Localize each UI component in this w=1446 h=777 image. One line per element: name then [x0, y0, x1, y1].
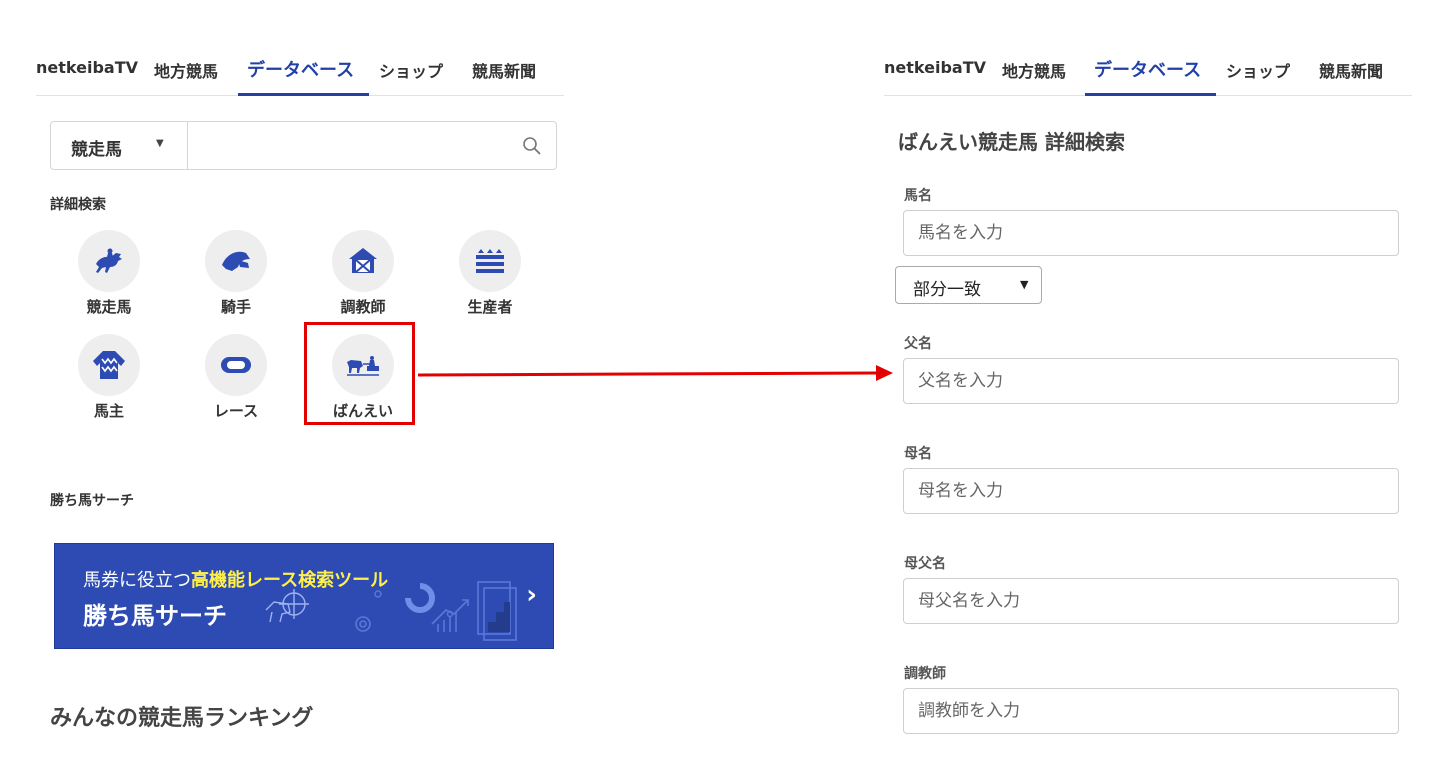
breeder-icon-circle	[459, 230, 521, 292]
category-owner-label: 馬主	[93, 402, 124, 420]
search-category-select[interactable]: 競走馬 ▼	[51, 122, 188, 169]
trainer-label: 調教師	[904, 666, 946, 682]
broodmare-sire-label: 母父名	[904, 556, 946, 572]
ranking-heading: みんなの競走馬ランキング	[50, 706, 314, 731]
category-racehorse-label: 競走馬	[86, 298, 132, 316]
detail-search-label: 詳細検索	[50, 197, 106, 213]
tab-shop[interactable]: ショップ	[1226, 58, 1290, 82]
tab-database[interactable]: データベース	[247, 56, 354, 82]
broodmare-sire-input[interactable]	[903, 578, 1399, 624]
banner-tagline-prefix: 馬券に役立つ	[83, 570, 191, 591]
right-panel: netkeibaTV 地方競馬 データベース ショップ 競馬新聞 ばんえい競走馬…	[884, 0, 1412, 777]
category-race-label: レース	[213, 402, 259, 420]
active-tab-underline	[1085, 93, 1216, 96]
search-category-label: 競走馬	[71, 140, 122, 160]
search-box: 競走馬 ▼	[50, 121, 557, 170]
race-track-icon	[221, 357, 251, 373]
racing-silks-icon	[93, 351, 125, 379]
trainer-icon-circle	[332, 230, 394, 292]
red-arrow-icon	[418, 365, 893, 381]
tab-keiba-shinbun[interactable]: 競馬新聞	[1319, 58, 1383, 82]
horse-name-label: 馬名	[904, 188, 932, 204]
race-icon-circle	[205, 334, 267, 396]
chevron-right-icon: ›	[526, 580, 537, 610]
search-icon[interactable]	[522, 136, 542, 156]
kachiuma-section-label: 勝ち馬サーチ	[50, 493, 134, 509]
top-nav: netkeibaTV 地方競馬 データベース ショップ 競馬新聞	[36, 52, 564, 96]
category-racehorse[interactable]: 競走馬	[56, 230, 146, 325]
search-input[interactable]	[191, 126, 515, 166]
caret-down-icon: ▼	[1020, 278, 1029, 291]
racehorse-icon-circle	[78, 230, 140, 292]
category-breeder[interactable]: 生産者	[437, 230, 527, 325]
banner-title: 勝ち馬サーチ	[83, 602, 227, 630]
tab-netkeibatv[interactable]: netkeibaTV	[884, 58, 986, 77]
caret-down-icon: ▼	[156, 138, 164, 149]
top-nav-right: netkeibaTV 地方競馬 データベース ショップ 競馬新聞	[884, 52, 1412, 96]
racehorse-icon	[96, 248, 122, 273]
jockey-icon	[222, 251, 250, 271]
category-jockey[interactable]: 騎手	[183, 230, 273, 325]
active-tab-underline	[238, 93, 369, 96]
tab-chiho-keiba[interactable]: 地方競馬	[154, 58, 218, 82]
match-mode-select[interactable]: 部分一致 ▼	[895, 266, 1042, 304]
tab-netkeibatv[interactable]: netkeibaTV	[36, 58, 138, 77]
category-trainer[interactable]: 調教師	[310, 230, 400, 325]
dam-name-input[interactable]	[903, 468, 1399, 514]
dam-name-label: 母名	[904, 446, 932, 462]
left-panel: netkeibaTV 地方競馬 データベース ショップ 競馬新聞 競走馬 ▼ 詳…	[36, 0, 564, 777]
sire-name-input[interactable]	[903, 358, 1399, 404]
category-race[interactable]: レース	[183, 334, 273, 429]
category-trainer-label: 調教師	[340, 298, 386, 316]
category-owner[interactable]: 馬主	[56, 334, 146, 429]
stable-icon	[349, 248, 377, 273]
kachiuma-search-banner[interactable]: 馬券に役立つ高機能レース検索ツール 勝ち馬サーチ ›	[54, 543, 554, 649]
page-title: ばんえい競走馬 詳細検索	[898, 130, 1125, 154]
tab-shop[interactable]: ショップ	[379, 58, 443, 82]
match-mode-value: 部分一致	[913, 280, 981, 300]
tab-chiho-keiba[interactable]: 地方競馬	[1002, 58, 1066, 82]
banei-highlight-box	[304, 322, 415, 425]
category-jockey-label: 騎手	[220, 298, 251, 316]
trainer-input[interactable]	[903, 688, 1399, 734]
farm-icon	[476, 249, 504, 273]
category-breeder-label: 生産者	[467, 298, 513, 316]
tab-keiba-shinbun[interactable]: 競馬新聞	[472, 58, 536, 82]
jockey-icon-circle	[205, 230, 267, 292]
banner-decoration-icon	[265, 581, 517, 641]
tab-database[interactable]: データベース	[1094, 56, 1201, 82]
horse-name-input[interactable]	[903, 210, 1399, 256]
owner-icon-circle	[78, 334, 140, 396]
sire-name-label: 父名	[904, 336, 932, 352]
